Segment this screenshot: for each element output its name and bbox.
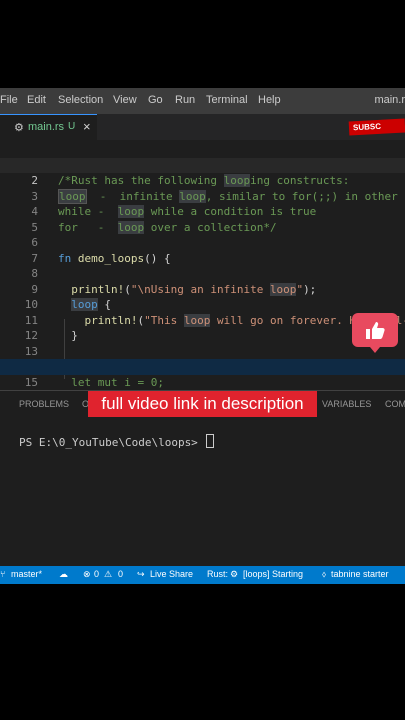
code-line: 3 while - loop while a condition is true [0,173,405,218]
editor-tab-bar: ⚙ main.rs U × [0,114,405,140]
code-line: 12 [0,313,405,342]
rust-file-icon: ⚙ [14,122,24,134]
code-line: 9 loop { [0,266,405,311]
code-line: 6 fn demo_loops() { [0,220,405,265]
video-caption: full video link in description [88,391,317,417]
code-line: 10 println!("This loop will go on foreve… [0,282,405,327]
thumbs-up-icon [366,322,385,339]
live-share-icon: ↪ [137,569,145,579]
terminal[interactable]: PS E:\0_YouTube\Code\loops> [19,434,215,449]
code-line: 8 println!("\nUsing an infinite loop"); [0,251,405,296]
gear-icon: ⚙ [230,569,239,579]
tab-filename: main.rs [28,121,65,133]
status-bar: ⑂ master* ☁ ⊗ 0 ⚠ 0 ↪ Live Share Rust: ⚙… [0,566,405,584]
tab-problems[interactable]: PROBLEMS [19,399,69,409]
terminal-prompt: PS E:\0_YouTube\Code\loops> [19,436,198,449]
rust-status[interactable]: [loops] Starting [243,569,303,579]
code-line: 5 [0,204,405,234]
menu-terminal[interactable]: Terminal [206,94,248,106]
like-button[interactable] [352,313,398,353]
code-line: 4 for - loop over a collection*/ [0,189,405,234]
branch-icon: ⑂ [0,569,6,579]
error-count[interactable]: 0 [94,569,99,579]
menu-view[interactable]: View [113,94,137,106]
branch-name[interactable]: master* [11,569,42,579]
code-line: 15 > while i < 10 {··· [0,359,405,420]
tab-main-rs[interactable]: ⚙ main.rs U × [0,114,97,140]
menu-bar: File Edit Selection View Go Run Terminal… [0,88,405,114]
sync-icon[interactable]: ☁ [59,569,68,580]
menu-selection[interactable]: Selection [58,94,103,106]
code-line: 16 } [0,375,405,420]
tabnine-icon: ⬨ [322,569,327,579]
code-line: 14 let mut i = 0; [0,344,405,389]
menu-help[interactable]: Help [258,94,281,106]
code-line: 2 loop - infinite loop, similar to for(;… [0,157,405,204]
terminal-cursor [206,434,215,448]
untracked-badge: U [68,121,76,132]
warning-count[interactable]: 0 [118,569,123,579]
code-editor[interactable]: 1 /*Rust has the following looping const… [0,140,405,420]
menu-edit[interactable]: Edit [27,94,46,106]
code-line: 7 [0,235,405,265]
tab-variables[interactable]: VARIABLES [322,399,371,409]
live-share-button[interactable]: Live Share [150,569,193,579]
code-line: 1 /*Rust has the following looping const… [0,142,405,187]
menu-file[interactable]: File [0,94,18,106]
close-icon[interactable]: × [83,119,91,134]
code-line: 13 /*println!("\nUsing a while loop"); [0,328,405,373]
error-icon: ⊗ [83,569,91,579]
warning-icon: ⚠ [104,569,113,579]
vscode-window: File Edit Selection View Go Run Terminal… [0,88,405,584]
rust-label: Rust: [207,569,229,579]
tab-comments[interactable]: COM [385,399,405,409]
subscribe-badge[interactable]: SUBSC [348,118,405,136]
window-title: main.r [374,94,405,106]
menu-go[interactable]: Go [148,94,163,106]
menu-run[interactable]: Run [175,94,195,106]
tabnine-status[interactable]: tabnine starter [331,569,389,579]
code-line: 11 } [0,297,405,343]
